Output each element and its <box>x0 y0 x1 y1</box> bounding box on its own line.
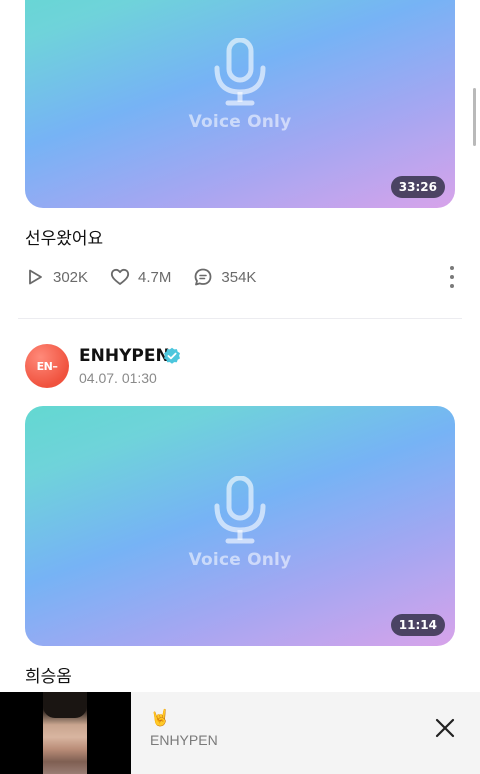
post-title[interactable]: 선우왔어요 <box>25 224 103 249</box>
play-icon <box>29 269 42 285</box>
like-count-value: 4.7M <box>138 268 172 286</box>
post-header[interactable]: EN– ENHYPEN 04.07. 01:30 <box>25 344 455 390</box>
comment-count[interactable]: 354K <box>193 267 256 287</box>
microphone-icon <box>214 38 266 106</box>
post-date: 04.07. 01:30 <box>79 370 157 386</box>
mini-player-video[interactable] <box>0 692 131 774</box>
more-options-icon[interactable] <box>447 264 457 290</box>
artist-avatar[interactable]: EN– <box>25 344 69 388</box>
enhypen-logo: EN– <box>36 359 58 373</box>
post-title[interactable]: 희승옴 <box>25 662 72 687</box>
like-count[interactable]: 4.7M <box>110 267 171 287</box>
close-icon[interactable] <box>434 717 456 739</box>
comment-count-value: 354K <box>221 268 257 286</box>
voice-only-label: Voice Only <box>188 550 292 570</box>
video-frame-detail <box>43 692 87 718</box>
mini-player-artist: ENHYPEN <box>150 732 218 748</box>
mini-player[interactable]: 🤘 ENHYPEN <box>0 692 480 774</box>
voice-only-thumbnail[interactable]: Voice Only 11:14 <box>25 406 455 646</box>
play-count: 302K <box>25 267 88 287</box>
live-feed: Voice Only 33:26 선우왔어요 302K 4.7M 354K EN… <box>0 0 480 692</box>
play-count-value: 302K <box>53 268 89 286</box>
rock-hand-icon: 🤘 <box>150 710 170 727</box>
voice-only-label: Voice Only <box>188 112 292 132</box>
post-stats: 302K 4.7M 354K <box>25 264 465 290</box>
heart-icon <box>110 268 130 285</box>
duration-badge: 33:26 <box>390 176 445 198</box>
post-divider <box>18 318 462 319</box>
voice-only-thumbnail[interactable]: Voice Only 33:26 <box>25 0 455 208</box>
comment-icon <box>195 268 212 286</box>
verified-badge-icon <box>163 347 181 364</box>
artist-name[interactable]: ENHYPEN <box>79 346 170 366</box>
scrollbar[interactable] <box>473 88 476 146</box>
microphone-icon <box>214 476 266 544</box>
duration-badge: 11:14 <box>390 614 445 636</box>
